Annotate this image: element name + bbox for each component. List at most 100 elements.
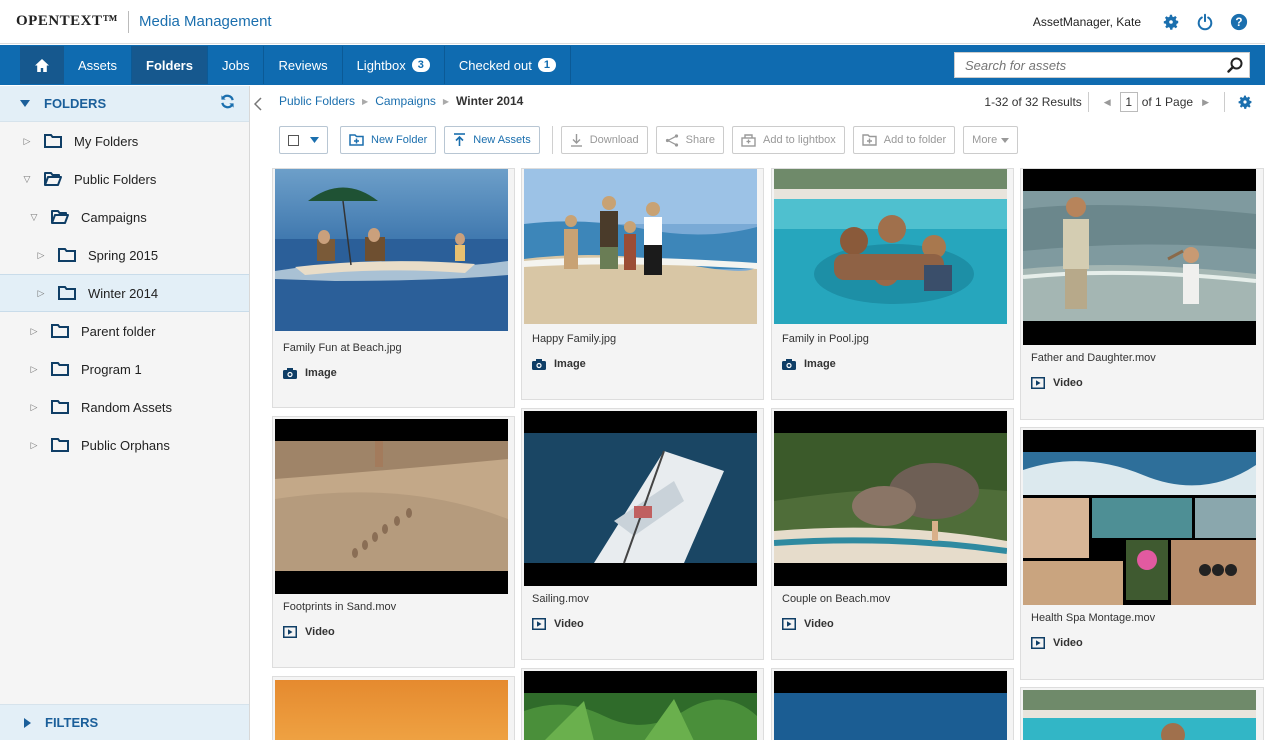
folder-icon	[44, 134, 62, 148]
collapse-arrow-icon[interactable]: ▽	[20, 174, 34, 185]
breadcrumb-campaigns[interactable]: Campaigns	[375, 94, 436, 108]
collapse-arrow-icon[interactable]: ▽	[27, 212, 41, 223]
asset-name[interactable]: Family Fun at Beach.jpg	[283, 342, 402, 354]
asset-thumbnail	[1023, 430, 1256, 605]
asset-name[interactable]: Father and Daughter.mov	[1031, 352, 1156, 364]
lightbox-icon	[741, 133, 756, 147]
folders-sidebar: FOLDERS ▷ My Folders ▽ Public Folders ▽ …	[0, 86, 250, 740]
tree-item-program-1[interactable]: ▷ Program 1	[0, 350, 249, 388]
power-icon[interactable]	[1195, 12, 1215, 32]
share-icon	[665, 133, 678, 147]
user-name[interactable]: AssetManager, Kate	[1033, 15, 1141, 29]
more-dropdown[interactable]: More	[963, 126, 1019, 154]
expand-arrow-icon[interactable]: ▷	[20, 136, 34, 147]
video-icon	[1031, 377, 1045, 389]
prev-page-icon[interactable]: ◀	[1104, 97, 1111, 108]
refresh-icon[interactable]	[220, 94, 235, 114]
tree-item-winter-2014[interactable]: ▷ Winter 2014	[0, 274, 249, 312]
asset-name[interactable]: Couple on Beach.mov	[782, 593, 890, 605]
page-count: of 1 Page	[1141, 95, 1194, 109]
asset-card[interactable]: Footprints in Sand.mov Video	[272, 416, 515, 668]
caret-right-icon	[24, 717, 31, 728]
filters-panel-header[interactable]: FILTERS	[0, 704, 249, 740]
tree-item-public-orphans[interactable]: ▷ Public Orphans	[0, 426, 249, 464]
tree-item-label: Program 1	[81, 361, 142, 377]
tree-item-label: Winter 2014	[88, 285, 159, 301]
home-button[interactable]	[20, 46, 64, 84]
divider	[1224, 92, 1225, 112]
asset-card[interactable]: Family Fun at Beach.jpg Image	[272, 168, 515, 408]
asset-grid: Family Fun at Beach.jpg Image Happy Fami…	[272, 168, 1265, 740]
expand-arrow-icon[interactable]: ▷	[27, 364, 41, 375]
download-button[interactable]: Download	[560, 126, 648, 154]
expand-arrow-icon[interactable]: ▷	[34, 288, 48, 299]
next-page-icon[interactable]: ▶	[1202, 97, 1209, 108]
select-all-dropdown[interactable]	[279, 126, 328, 154]
asset-card[interactable]	[272, 676, 515, 740]
folders-panel-header[interactable]: FOLDERS	[0, 86, 249, 122]
folder-icon	[51, 362, 69, 376]
tree-item-parent-folder[interactable]: ▷ Parent folder	[0, 312, 249, 350]
expand-arrow-icon[interactable]: ▷	[34, 250, 48, 261]
asset-name[interactable]: Footprints in Sand.mov	[283, 601, 396, 613]
nav-folders[interactable]: Folders	[132, 46, 208, 84]
asset-type: Image	[782, 358, 836, 370]
collapse-sidebar-icon[interactable]	[252, 96, 264, 112]
folder-icon	[58, 248, 76, 262]
nav-label: Checked out	[458, 57, 532, 73]
asset-card[interactable]: Sailing.mov Video	[521, 408, 764, 660]
new-assets-button[interactable]: New Assets	[444, 126, 540, 154]
gear-icon[interactable]	[1161, 12, 1181, 32]
asset-type: Video	[532, 618, 584, 630]
asset-type: Video	[1031, 637, 1083, 649]
asset-card[interactable]	[1020, 687, 1264, 740]
new-folder-button[interactable]: New Folder	[340, 126, 437, 154]
select-all-checkbox[interactable]	[288, 134, 299, 146]
asset-card[interactable]: Father and Daughter.mov Video	[1020, 168, 1264, 420]
tree-item-my-folders[interactable]: ▷ My Folders	[0, 122, 249, 160]
asset-card[interactable]: Happy Family.jpg Image	[521, 168, 764, 400]
asset-card[interactable]: Health Spa Montage.mov Video	[1020, 427, 1264, 680]
asset-thumbnail	[275, 419, 508, 594]
nav-label: Jobs	[221, 57, 250, 73]
asset-type: Image	[532, 358, 586, 370]
nav-checked-out[interactable]: Checked out 1	[445, 46, 571, 84]
asset-card[interactable]: Family in Pool.jpg Image	[771, 168, 1014, 400]
nav-assets[interactable]: Assets	[64, 46, 133, 84]
asset-thumbnail	[524, 411, 757, 586]
expand-arrow-icon[interactable]: ▷	[27, 440, 41, 451]
asset-name[interactable]: Family in Pool.jpg	[782, 333, 869, 345]
tree-item-random-assets[interactable]: ▷ Random Assets	[0, 388, 249, 426]
asset-card[interactable]	[521, 668, 764, 740]
asset-card[interactable]	[771, 668, 1014, 740]
tree-item-public-folders[interactable]: ▽ Public Folders	[0, 160, 249, 198]
asset-name[interactable]: Sailing.mov	[532, 593, 589, 605]
asset-name[interactable]: Happy Family.jpg	[532, 333, 616, 345]
caret-down-icon	[310, 137, 319, 143]
asset-type-label: Video	[554, 618, 584, 630]
camera-icon	[782, 358, 796, 370]
tree-item-campaigns[interactable]: ▽ Campaigns	[0, 198, 249, 236]
lightbox-count-badge: 3	[411, 58, 430, 72]
page-number-input[interactable]: 1	[1119, 92, 1138, 112]
tree-item-spring-2015[interactable]: ▷ Spring 2015	[0, 236, 249, 274]
asset-card[interactable]: Couple on Beach.mov Video	[771, 408, 1014, 660]
nav-jobs[interactable]: Jobs	[208, 46, 265, 84]
nav-lightbox[interactable]: Lightbox 3	[343, 46, 445, 84]
asset-type-label: Video	[305, 626, 335, 638]
add-to-lightbox-button[interactable]: Add to lightbox	[732, 126, 845, 154]
folder-add-icon	[862, 134, 877, 146]
view-settings-icon[interactable]	[1237, 94, 1253, 110]
expand-arrow-icon[interactable]: ▷	[27, 402, 41, 413]
asset-thumbnail	[275, 169, 508, 331]
expand-arrow-icon[interactable]: ▷	[27, 326, 41, 337]
search-input[interactable]	[955, 53, 1221, 77]
folder-icon	[51, 324, 69, 338]
add-to-folder-button[interactable]: Add to folder	[852, 126, 956, 154]
share-button[interactable]: Share	[655, 126, 724, 154]
breadcrumb-public-folders[interactable]: Public Folders	[279, 94, 355, 108]
nav-reviews[interactable]: Reviews	[264, 46, 343, 84]
help-icon[interactable]: ?	[1229, 12, 1249, 32]
search-icon[interactable]	[1221, 53, 1249, 77]
asset-name[interactable]: Health Spa Montage.mov	[1031, 612, 1155, 624]
